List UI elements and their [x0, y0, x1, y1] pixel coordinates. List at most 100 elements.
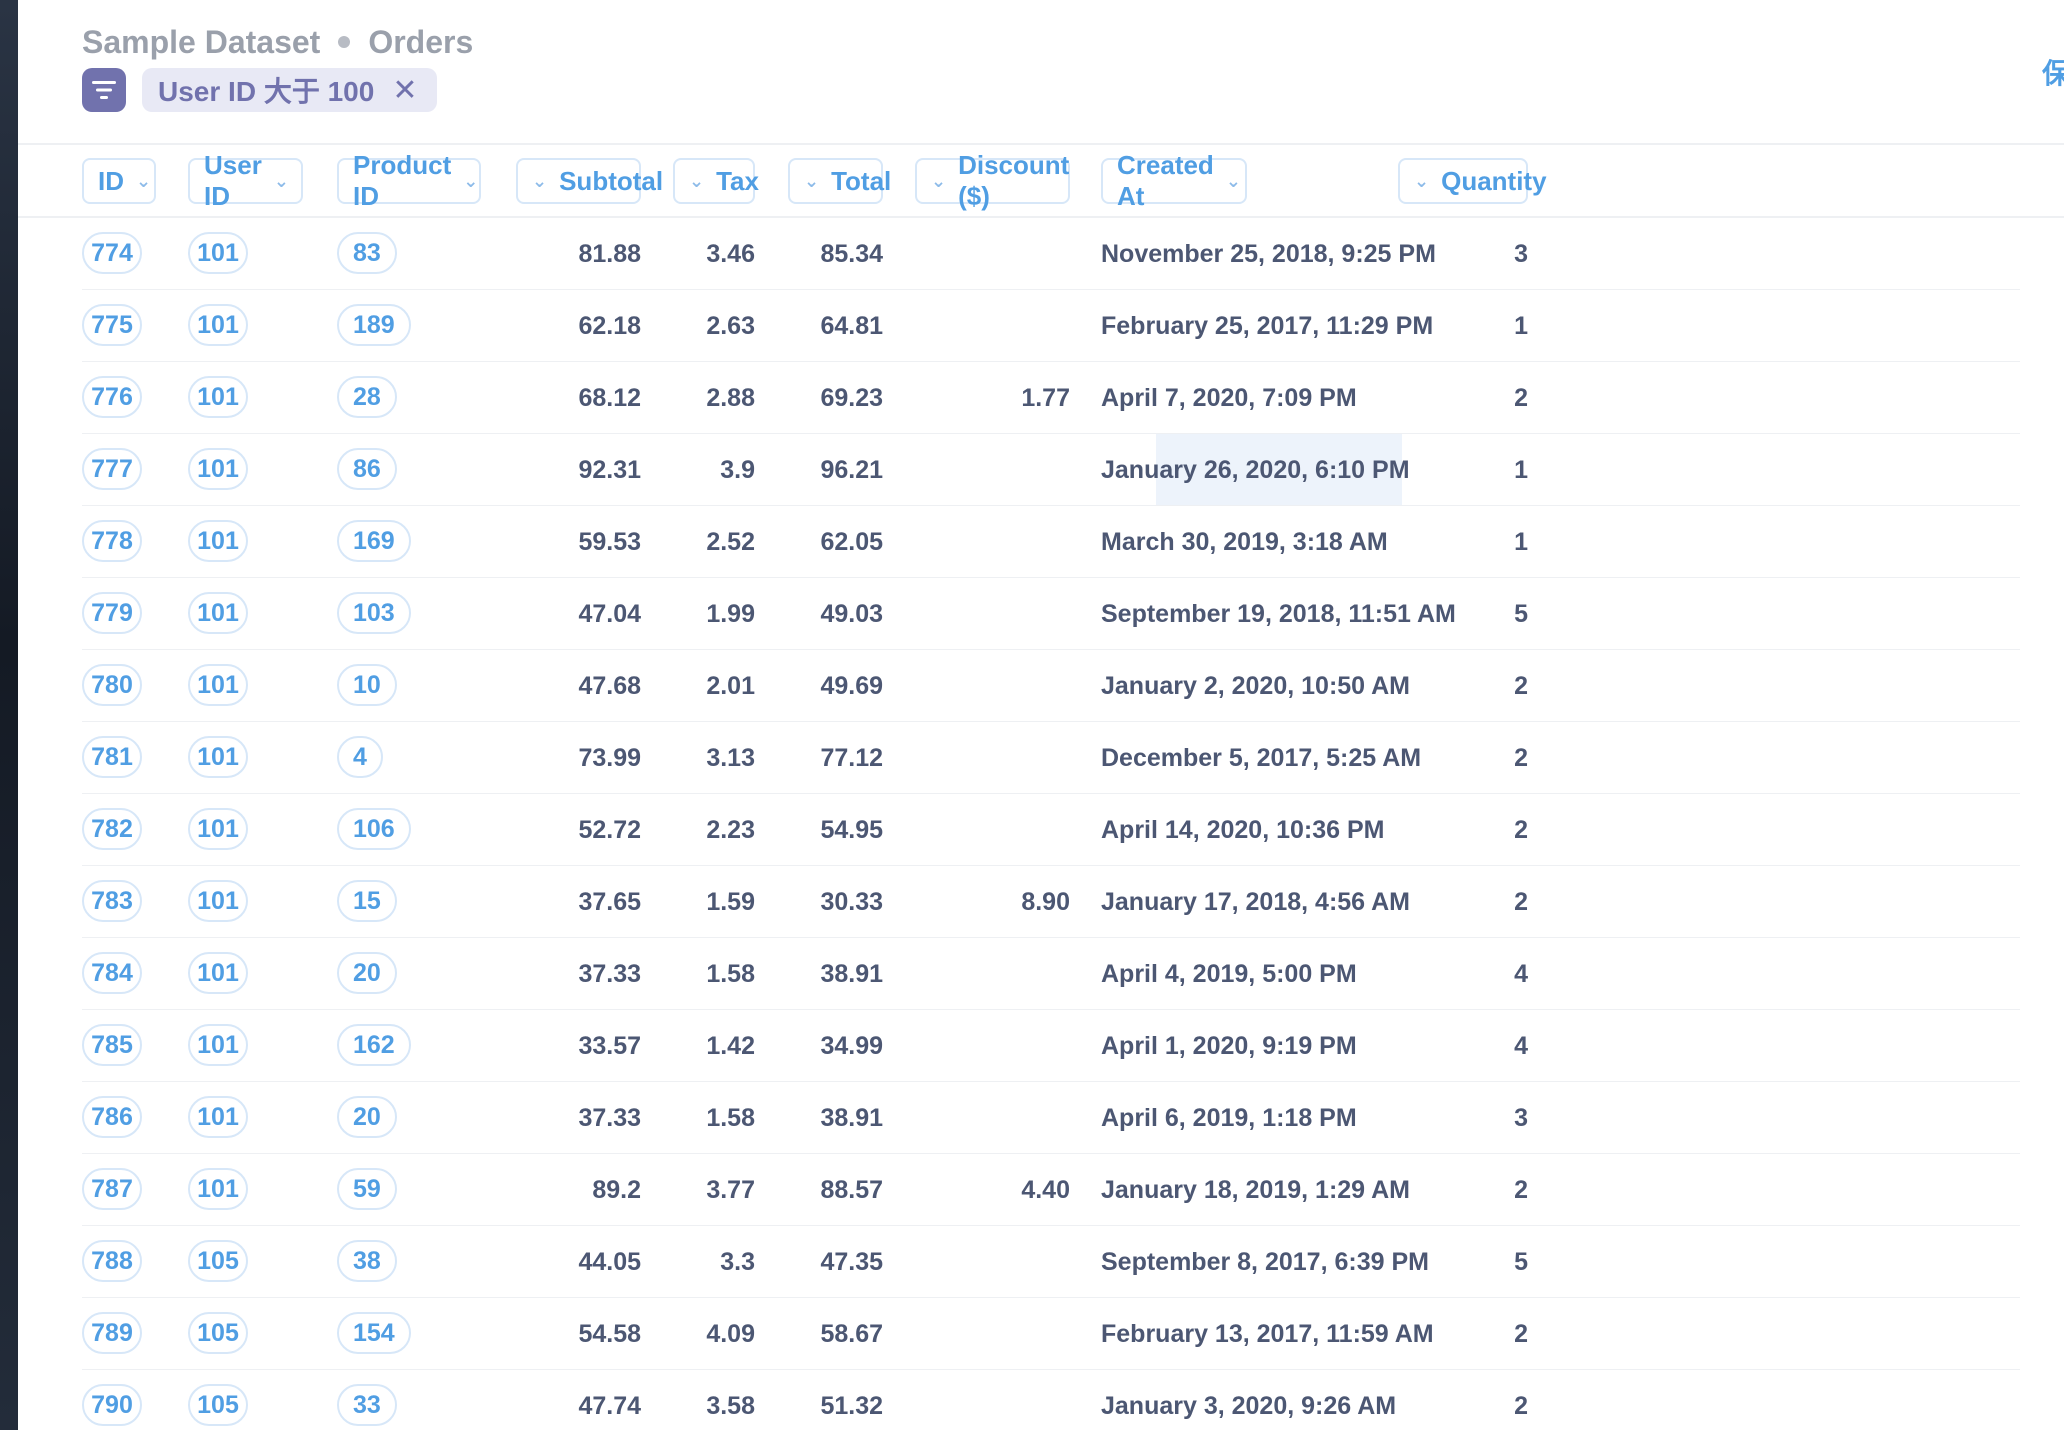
cell-quantity: 2: [1514, 1176, 1528, 1204]
column-header-label: Created At: [1117, 150, 1214, 211]
column-header-subtotal[interactable]: ⌄ Subtotal: [516, 158, 663, 204]
column-header-label: Quantity: [1441, 165, 1547, 196]
chevron-down-icon: ⌄: [1225, 170, 1241, 191]
table-row: 780 101 10 47.68 2.01 49.69 January 2, 2020, 1…: [18, 650, 2064, 722]
cell-product-id[interactable]: 28: [337, 376, 397, 418]
cell-user-id[interactable]: 101: [188, 880, 248, 922]
cell-product-id[interactable]: 169: [337, 520, 411, 562]
cell-product-id[interactable]: 10: [337, 664, 397, 706]
cell-id[interactable]: 780: [82, 664, 142, 706]
cell-product-id[interactable]: 189: [337, 304, 411, 346]
cell-product-id[interactable]: 162: [337, 1024, 411, 1066]
cell-user-id[interactable]: 101: [188, 664, 248, 706]
cell-product-id[interactable]: 15: [337, 880, 397, 922]
column-header-created-at[interactable]: Created At ⌄: [1101, 150, 1247, 211]
column-header-label: User ID: [204, 150, 262, 211]
cell-id[interactable]: 789: [82, 1312, 142, 1354]
cell-total: 49.69: [820, 672, 883, 700]
column-header-user-id[interactable]: User ID ⌄: [188, 150, 303, 211]
breadcrumb-database[interactable]: Sample Dataset: [82, 24, 320, 61]
filter-icon[interactable]: [82, 68, 126, 112]
cell-id[interactable]: 786: [82, 1096, 142, 1138]
chevron-down-icon: ⌄: [689, 170, 705, 191]
cell-product-id[interactable]: 4: [337, 736, 383, 778]
cell-user-id[interactable]: 101: [188, 520, 248, 562]
cell-created-at: December 5, 2017, 5:25 AM: [1101, 744, 1422, 772]
cell-user-id[interactable]: 101: [188, 304, 248, 346]
cell-created-at: January 2, 2020, 10:50 AM: [1101, 672, 1410, 700]
cell-quantity: 2: [1514, 1392, 1528, 1420]
cell-id[interactable]: 790: [82, 1384, 142, 1426]
cell-user-id[interactable]: 105: [188, 1240, 248, 1282]
cell-user-id[interactable]: 101: [188, 376, 248, 418]
cell-id[interactable]: 778: [82, 520, 142, 562]
column-header-id[interactable]: ID ⌄: [82, 158, 156, 204]
cell-total: 88.57: [820, 1176, 883, 1204]
column-header-product-id[interactable]: Product ID ⌄: [337, 150, 481, 211]
cell-product-id[interactable]: 86: [337, 448, 397, 490]
cell-discount: [915, 1298, 1070, 1370]
cell-user-id[interactable]: 101: [188, 592, 248, 634]
cell-user-id[interactable]: 101: [188, 1168, 248, 1210]
cell-discount: [915, 1082, 1070, 1154]
chevron-down-icon: ⌄: [463, 170, 479, 191]
cell-tax: 1.99: [706, 600, 755, 628]
cell-created-at: February 13, 2017, 11:59 AM: [1101, 1320, 1434, 1348]
table-row: 787 101 59 89.2 3.77 88.57 4.40 January 18, 201…: [18, 1154, 2064, 1226]
desktop-background-edge: [0, 0, 18, 1430]
cell-user-id[interactable]: 101: [188, 448, 248, 490]
cell-user-id[interactable]: 101: [188, 952, 248, 994]
cell-quantity: 2: [1514, 744, 1528, 772]
cell-created-at: January 3, 2020, 9:26 AM: [1101, 1392, 1397, 1420]
column-header-quantity[interactable]: ⌄ Quantity: [1398, 158, 1547, 204]
cell-user-id[interactable]: 101: [188, 232, 248, 274]
cell-id[interactable]: 785: [82, 1024, 142, 1066]
cell-tax: 3.9: [720, 456, 755, 484]
cell-id[interactable]: 782: [82, 808, 142, 850]
cell-user-id[interactable]: 101: [188, 808, 248, 850]
cell-product-id[interactable]: 103: [337, 592, 411, 634]
cell-tax: 4.09: [706, 1320, 755, 1348]
filter-pill[interactable]: User ID 大于 100 ✕: [142, 68, 438, 112]
cell-created-at: January 17, 2018, 4:56 AM: [1101, 888, 1410, 916]
column-header-label: Discount ($): [958, 150, 1070, 211]
cell-product-id[interactable]: 154: [337, 1312, 411, 1354]
cell-id[interactable]: 787: [82, 1168, 142, 1210]
cell-product-id[interactable]: 20: [337, 952, 397, 994]
table-row: 775 101 189 62.18 2.63 64.81 February 25, 2017…: [18, 290, 2064, 362]
cell-id[interactable]: 777: [82, 448, 142, 490]
save-button[interactable]: 保: [2042, 52, 2064, 92]
cell-product-id[interactable]: 83: [337, 232, 397, 274]
column-header-tax[interactable]: ⌄ Tax: [673, 158, 759, 204]
cell-id[interactable]: 774: [82, 232, 142, 274]
cell-id[interactable]: 781: [82, 736, 142, 778]
cell-product-id[interactable]: 38: [337, 1240, 397, 1282]
cell-quantity: 1: [1514, 528, 1528, 556]
cell-user-id[interactable]: 105: [188, 1384, 248, 1426]
column-header-label: ID: [98, 165, 124, 196]
breadcrumb-table[interactable]: Orders: [368, 24, 473, 61]
cell-user-id[interactable]: 101: [188, 1024, 248, 1066]
cell-id[interactable]: 788: [82, 1240, 142, 1282]
cell-id[interactable]: 775: [82, 304, 142, 346]
cell-product-id[interactable]: 59: [337, 1168, 397, 1210]
cell-product-id[interactable]: 33: [337, 1384, 397, 1426]
cell-user-id[interactable]: 101: [188, 1096, 248, 1138]
cell-quantity: 2: [1514, 1320, 1528, 1348]
cell-product-id[interactable]: 20: [337, 1096, 397, 1138]
cell-user-id[interactable]: 105: [188, 1312, 248, 1354]
column-header-discount[interactable]: ⌄ Discount ($): [915, 150, 1070, 211]
cell-id[interactable]: 783: [82, 880, 142, 922]
cell-discount: [915, 578, 1070, 650]
table-row: 789 105 154 54.58 4.09 58.67 February 13, 2017…: [18, 1298, 2064, 1370]
cell-id[interactable]: 784: [82, 952, 142, 994]
cell-id[interactable]: 779: [82, 592, 142, 634]
cell-product-id[interactable]: 106: [337, 808, 411, 850]
cell-subtotal: 59.53: [578, 528, 641, 556]
chevron-down-icon: ⌄: [804, 170, 820, 191]
cell-user-id[interactable]: 101: [188, 736, 248, 778]
column-header-total[interactable]: ⌄ Total: [788, 158, 891, 204]
chevron-down-icon: ⌄: [931, 170, 947, 191]
cell-id[interactable]: 776: [82, 376, 142, 418]
close-icon[interactable]: ✕: [392, 73, 417, 108]
